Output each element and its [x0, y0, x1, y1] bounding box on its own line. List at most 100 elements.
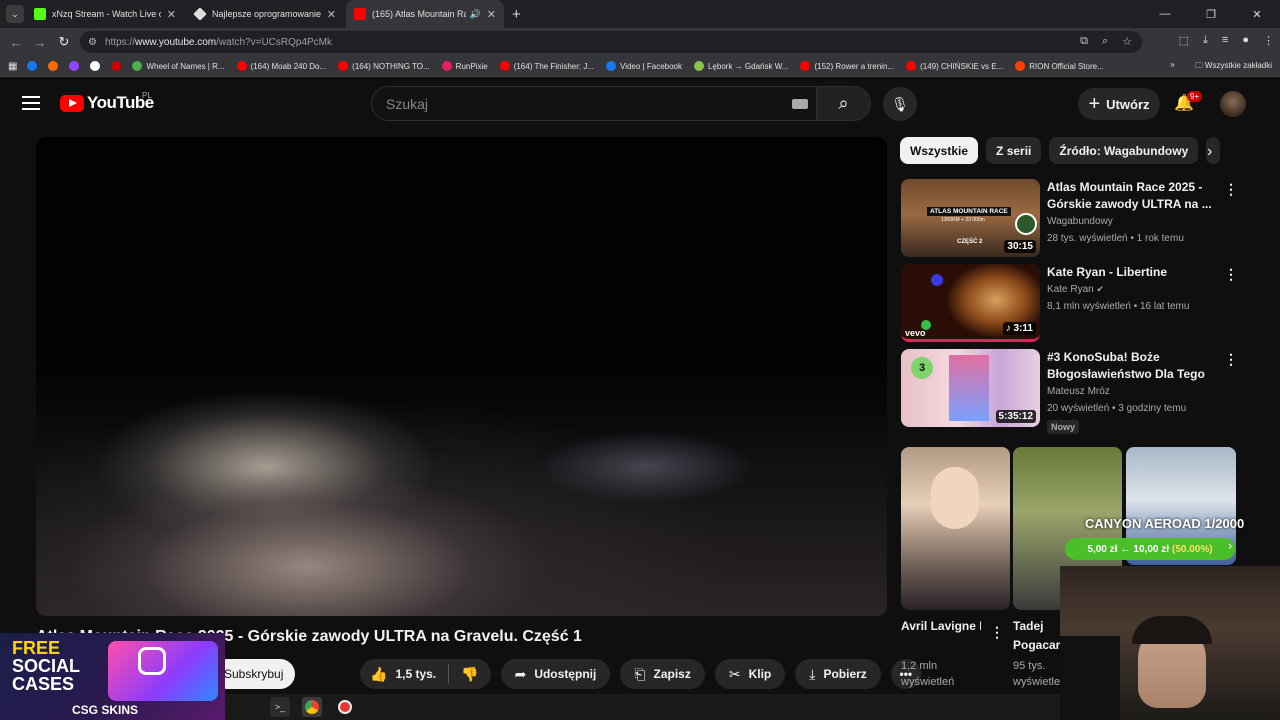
youtube-logo[interactable]: YouTube PL [60, 91, 154, 113]
thumbnail-part: CZĘŚĆ 2 [957, 239, 983, 245]
close-window-icon[interactable]: ✕ [1234, 0, 1280, 28]
all-bookmarks[interactable]: 🗀 Wszystkie zakładki [1195, 60, 1272, 74]
bookmark-star-icon[interactable]: ☆ [1122, 35, 1132, 48]
video-duration: 30:15 [1004, 240, 1036, 253]
guide-menu-icon[interactable] [22, 96, 40, 110]
video-duration: 5:35:12 [995, 410, 1036, 423]
search-button[interactable]: ⌕ [817, 86, 871, 121]
obs-taskbar-button[interactable] [335, 697, 355, 717]
more-options-icon[interactable]: ⋮ [1224, 181, 1238, 198]
bookmark-item[interactable] [111, 61, 125, 71]
sticker-icon [931, 274, 943, 286]
bookmark-item[interactable]: (152) Rower a trenin... [800, 61, 894, 71]
video-thumbnail[interactable]: 3 5:35:12 [901, 349, 1040, 427]
bookmark-item[interactable]: (164) NOTHING TO... [338, 61, 430, 71]
short-title[interactable]: Avril Lavigne Losing grip ... [901, 617, 981, 636]
video-title[interactable]: Kate Ryan - Libertine [1047, 264, 1212, 281]
bookmark-item[interactable]: RION Official Store... [1015, 61, 1104, 71]
bookmark-favicon-icon [236, 61, 247, 71]
bookmark-item[interactable]: Lębork → Gdańsk W... [694, 61, 788, 71]
youtube-favicon-icon [354, 8, 366, 20]
browser-tab[interactable]: xNzq Stream - Watch Live on K ✕ [26, 0, 184, 28]
overlay-ad[interactable]: FREE SOCIAL CASES CSG SKINS [0, 633, 225, 720]
url-bar[interactable]: ⚙ https://www.youtube.com/watch?v=UCsRQp… [80, 31, 1142, 53]
channel-name[interactable]: Wagabundowy [1047, 213, 1212, 230]
like-button[interactable]: 👍 1,5 tys. [360, 659, 450, 689]
bookmark-item[interactable] [69, 61, 83, 71]
video-meta: 20 wyświetleń • 3 godziny temu [1047, 403, 1187, 414]
reload-icon[interactable]: ↻ [52, 34, 76, 50]
bookmark-item[interactable]: Video | Facebook [606, 61, 682, 71]
search-input[interactable]: Szukaj [371, 86, 817, 121]
short-title[interactable]: Tadej Pogacar [1013, 617, 1063, 655]
download-button[interactable]: ⤓ Pobierz [795, 659, 881, 689]
zoom-icon[interactable]: ⌕ [1102, 35, 1108, 48]
extensions-icon[interactable]: ⬚ [1179, 34, 1189, 47]
profile-icon[interactable]: ● [1242, 34, 1249, 47]
thumbnail-text: ATLAS MOUNTAIN RACE [927, 207, 1011, 216]
dislike-button[interactable]: 👎 [449, 659, 491, 689]
chrome-taskbar-button[interactable] [302, 697, 322, 717]
terminal-icon[interactable]: >_ [270, 697, 290, 717]
download-icon[interactable]: ⤓ [1203, 34, 1208, 47]
browser-tab[interactable]: Najlepsze oprogramowanie do ✕ [186, 0, 344, 28]
country-code: PL [142, 91, 152, 100]
voice-search-button[interactable]: 🎙 [883, 87, 917, 121]
video-player[interactable] [36, 137, 887, 616]
bookmark-item[interactable] [27, 61, 41, 71]
bookmark-item[interactable]: (164) Moab 240 Do... [236, 61, 326, 71]
account-avatar[interactable] [1220, 91, 1246, 117]
share-button[interactable]: ➦ Udostępnij [500, 659, 611, 689]
short-meta: 95 tys. wyświetleń [1013, 660, 1067, 688]
site-info-icon[interactable]: ⚙ [88, 37, 97, 48]
browser-tab-active[interactable]: (165) Atlas Mountain Race 🔊 ✕ [346, 0, 504, 28]
recommended-video[interactable]: 3 5:35:12 #3 KonoSuba! Boże Błogosławień… [901, 349, 1261, 434]
bookmark-item[interactable]: (149) CHIŃSKIE vs E... [906, 61, 1003, 71]
create-button[interactable]: + Utwórz [1078, 88, 1160, 120]
more-options-icon[interactable]: ⋮ [990, 624, 1004, 641]
install-app-icon[interactable]: ⧉ [1080, 35, 1088, 48]
more-options-icon[interactable]: ⋮ [1224, 266, 1238, 283]
tab-search-button[interactable]: ⌄ [6, 5, 24, 23]
short-thumbnail[interactable] [901, 447, 1010, 610]
thumbs-up-icon: 👍 [370, 665, 388, 682]
recommended-video[interactable]: ATLAS MOUNTAIN RACE 1300KM + 23 000m CZĘ… [901, 179, 1261, 257]
bookmark-item[interactable]: (164) The Finisher: J... [499, 61, 594, 71]
speaker-icon[interactable]: 🔊 [470, 9, 481, 20]
channel-name[interactable]: Mateusz Mróz [1047, 383, 1212, 400]
more-bookmarks-icon[interactable]: » [1170, 60, 1174, 74]
url-path: /watch?v=UCsRQp4PcMk [216, 36, 333, 48]
bookmark-item[interactable]: RunPixie [441, 61, 488, 71]
video-thumbnail[interactable]: vevo ♪ 3:11 [901, 264, 1040, 342]
video-thumbnail[interactable]: ATLAS MOUNTAIN RACE 1300KM + 23 000m CZĘ… [901, 179, 1040, 257]
forward-icon[interactable]: → [28, 35, 52, 50]
duration-text: 3:11 [1013, 323, 1033, 334]
close-tab-icon[interactable]: ✕ [167, 8, 176, 21]
bookmark-item[interactable] [90, 61, 104, 71]
restore-icon[interactable]: ❐ [1188, 0, 1234, 28]
media-control-icon[interactable]: ≡ [1222, 34, 1228, 47]
menu-dots-icon[interactable]: ⋮ [1263, 34, 1274, 47]
more-options-icon[interactable]: ⋮ [1224, 351, 1238, 368]
bookmark-item[interactable] [48, 61, 62, 71]
keyboard-icon[interactable] [792, 99, 808, 109]
recommended-video[interactable]: vevo ♪ 3:11 Kate Ryan - Libertine Kate R… [901, 264, 1261, 342]
back-icon[interactable]: ← [4, 35, 28, 50]
channel-name[interactable]: Kate Ryan ✔ [1047, 281, 1212, 298]
close-tab-icon[interactable]: ✕ [327, 8, 336, 21]
close-tab-icon[interactable]: ✕ [487, 8, 496, 21]
minimize-icon[interactable]: — [1142, 0, 1188, 28]
chip-source[interactable]: Źródło: Wagabundowy [1049, 137, 1199, 164]
chip-all[interactable]: Wszystkie [900, 137, 979, 164]
clip-button[interactable]: ✂ Klip [714, 659, 786, 689]
video-title[interactable]: #3 KonoSuba! Boże Błogosławieństwo Dla T… [1047, 349, 1212, 383]
chip-series[interactable]: Z serii [986, 137, 1042, 164]
save-button[interactable]: ⎗ Zapisz [620, 659, 705, 689]
video-title[interactable]: Atlas Mountain Race 2025 - Górskie zawod… [1047, 179, 1212, 213]
new-tab-button[interactable]: + [512, 6, 521, 23]
bookmark-favicon-icon [906, 61, 917, 71]
apps-grid-icon[interactable]: ▦ [8, 61, 17, 72]
chevron-right-icon[interactable]: › [1207, 143, 1212, 161]
bookmark-item[interactable]: Wheel of Names | R... [132, 61, 225, 71]
create-label: Utwórz [1106, 96, 1150, 112]
